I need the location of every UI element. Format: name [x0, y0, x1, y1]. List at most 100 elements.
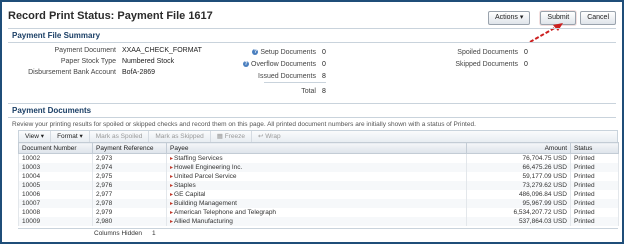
table-row[interactable]: 10008 2,979 ▸American Telephone and Tele… — [18, 208, 619, 217]
table-row[interactable]: 10002 2,973 ▸Staffing Services 76,704.75… — [18, 153, 619, 163]
column-header-amount[interactable]: Amount — [466, 142, 571, 154]
note-marker-icon: ▸ — [170, 174, 174, 180]
bank-account-row: Disbursement Bank Account BofA-2869 — [12, 69, 155, 76]
spoiled-documents-value: 0 — [523, 49, 528, 56]
skipped-documents-label: Skipped Documents — [455, 61, 518, 68]
format-label: Format — [57, 133, 78, 140]
freeze-icon: ▦ — [216, 133, 223, 140]
paper-stock-row: Paper Stock Type Numbered Stock — [12, 58, 174, 65]
payment-document-row: Payment Document XXAA_CHECK_FORMAT — [12, 47, 202, 54]
view-menu[interactable]: View ▾ — [19, 131, 52, 142]
section-heading-summary: Payment File Summary — [12, 31, 101, 40]
column-header-payee[interactable]: Payee — [166, 142, 467, 154]
amount-cell: 95,967.99 USD — [466, 199, 571, 208]
freeze-label: Freeze — [224, 133, 245, 140]
document-number-cell: 10007 — [18, 199, 93, 208]
instructions-text: Review your printing results for spoiled… — [12, 121, 476, 128]
payment-documents-table: Document Number Payment Reference Payee … — [18, 142, 619, 226]
setup-documents-label: Setup Documents — [260, 49, 316, 56]
bank-account-label: Disbursement Bank Account — [28, 69, 116, 76]
freeze-button[interactable]: ▦ Freeze — [211, 131, 252, 142]
total-label: Total — [301, 88, 316, 95]
amount-cell: 6,534,207.72 USD — [466, 208, 571, 217]
amount-cell: 537,864.03 USD — [466, 217, 571, 226]
status-cell: Printed — [570, 163, 619, 172]
note-marker-icon: ▸ — [170, 156, 174, 162]
setup-documents-row: ? Setup Documents 0 — [230, 49, 326, 56]
table-row[interactable]: 10009 2,980 ▸Allied Manufacturing 537,86… — [18, 217, 619, 226]
overflow-documents-row: ? Overflow Documents 0 — [230, 61, 326, 68]
note-marker-icon: ▸ — [170, 165, 174, 171]
wrap-button[interactable]: ↩ Wrap — [252, 131, 287, 142]
payment-document-label: Payment Document — [54, 47, 116, 54]
section-heading-documents: Payment Documents — [12, 106, 92, 115]
payee-cell: ▸United Parcel Service — [166, 172, 467, 181]
paper-stock-value: Numbered Stock — [121, 58, 175, 65]
help-icon[interactable]: ? — [243, 61, 250, 68]
table-row[interactable]: 10003 2,974 ▸Howell Engineering Inc. 66,… — [18, 163, 619, 172]
payee-cell: ▸Staffing Services — [166, 153, 467, 163]
document-number-cell: 10008 — [18, 208, 93, 217]
status-cell: Printed — [570, 199, 619, 208]
columns-hidden-label: Columns Hidden — [94, 230, 143, 237]
payment-reference-cell: 2,975 — [92, 172, 167, 181]
column-header-document-number[interactable]: Document Number — [18, 142, 93, 154]
table-row[interactable]: 10006 2,977 ▸GE Capital 486,096.84 USD P… — [18, 190, 619, 199]
paper-stock-label: Paper Stock Type — [60, 58, 116, 65]
mark-skipped-button[interactable]: Mark as Skipped — [149, 131, 211, 142]
table-row[interactable]: 10005 2,976 ▸Staples 73,279.62 USD Print… — [18, 181, 619, 190]
columns-hidden-count[interactable]: 1 — [152, 230, 156, 237]
payee-name: GE Capital — [174, 191, 206, 198]
status-cell: Printed — [570, 181, 619, 190]
format-menu[interactable]: Format ▾ — [51, 131, 90, 142]
payee-name: American Telephone and Telegraph — [174, 209, 277, 216]
note-marker-icon: ▸ — [170, 192, 174, 198]
note-marker-icon: ▸ — [170, 219, 174, 225]
mark-spoiled-button[interactable]: Mark as Spoiled — [90, 131, 150, 142]
overflow-documents-label-wrap: ? Overflow Documents — [230, 61, 316, 68]
total-row: Total 8 — [230, 88, 326, 95]
payee-cell: ▸GE Capital — [166, 190, 467, 199]
total-value: 8 — [321, 88, 326, 95]
chevron-down-icon: ▾ — [79, 133, 83, 140]
note-marker-icon: ▸ — [170, 201, 174, 207]
overflow-documents-label: Overflow Documents — [251, 61, 316, 68]
column-header-payment-reference[interactable]: Payment Reference — [92, 142, 167, 154]
amount-cell: 73,279.62 USD — [466, 181, 571, 190]
table-row[interactable]: 10004 2,975 ▸United Parcel Service 59,17… — [18, 172, 619, 181]
wrap-icon: ↩ — [257, 133, 264, 140]
total-divider — [264, 82, 326, 83]
column-header-status[interactable]: Status — [570, 142, 619, 154]
document-number-cell: 10005 — [18, 181, 93, 190]
payment-document-value: XXAA_CHECK_FORMAT — [121, 47, 202, 54]
payment-reference-cell: 2,973 — [92, 153, 167, 163]
note-marker-icon: ▸ — [170, 183, 174, 189]
divider — [8, 28, 616, 29]
payee-name: Staples — [174, 182, 196, 189]
page-frame: Record Print Status: Payment File 1617 A… — [2, 2, 622, 242]
payee-cell: ▸Building Management — [166, 199, 467, 208]
help-icon[interactable]: ? — [252, 49, 259, 56]
payment-reference-cell: 2,978 — [92, 199, 167, 208]
status-cell: Printed — [570, 208, 619, 217]
payment-reference-cell: 2,977 — [92, 190, 167, 199]
divider — [8, 103, 616, 104]
skipped-documents-row: Skipped Documents 0 — [442, 61, 528, 68]
chevron-down-icon: ▾ — [40, 133, 45, 140]
spoiled-documents-label: Spoiled Documents — [457, 49, 518, 56]
issued-documents-value: 8 — [321, 73, 326, 80]
payment-reference-cell: 2,976 — [92, 181, 167, 190]
payee-name: United Parcel Service — [174, 173, 237, 180]
status-cell: Printed — [570, 153, 619, 163]
table-row[interactable]: 10007 2,978 ▸Building Management 95,967.… — [18, 199, 619, 208]
payee-cell: ▸Howell Engineering Inc. — [166, 163, 467, 172]
spoiled-documents-row: Spoiled Documents 0 — [442, 49, 528, 56]
status-cell: Printed — [570, 217, 619, 226]
status-cell: Printed — [570, 190, 619, 199]
issued-documents-row: Issued Documents 8 — [230, 73, 326, 80]
amount-cell: 59,177.09 USD — [466, 172, 571, 181]
issued-documents-label: Issued Documents — [258, 73, 316, 80]
setup-documents-label-wrap: ? Setup Documents — [230, 49, 316, 56]
amount-cell: 66,475.26 USD — [466, 163, 571, 172]
amount-cell: 486,096.84 USD — [466, 190, 571, 199]
